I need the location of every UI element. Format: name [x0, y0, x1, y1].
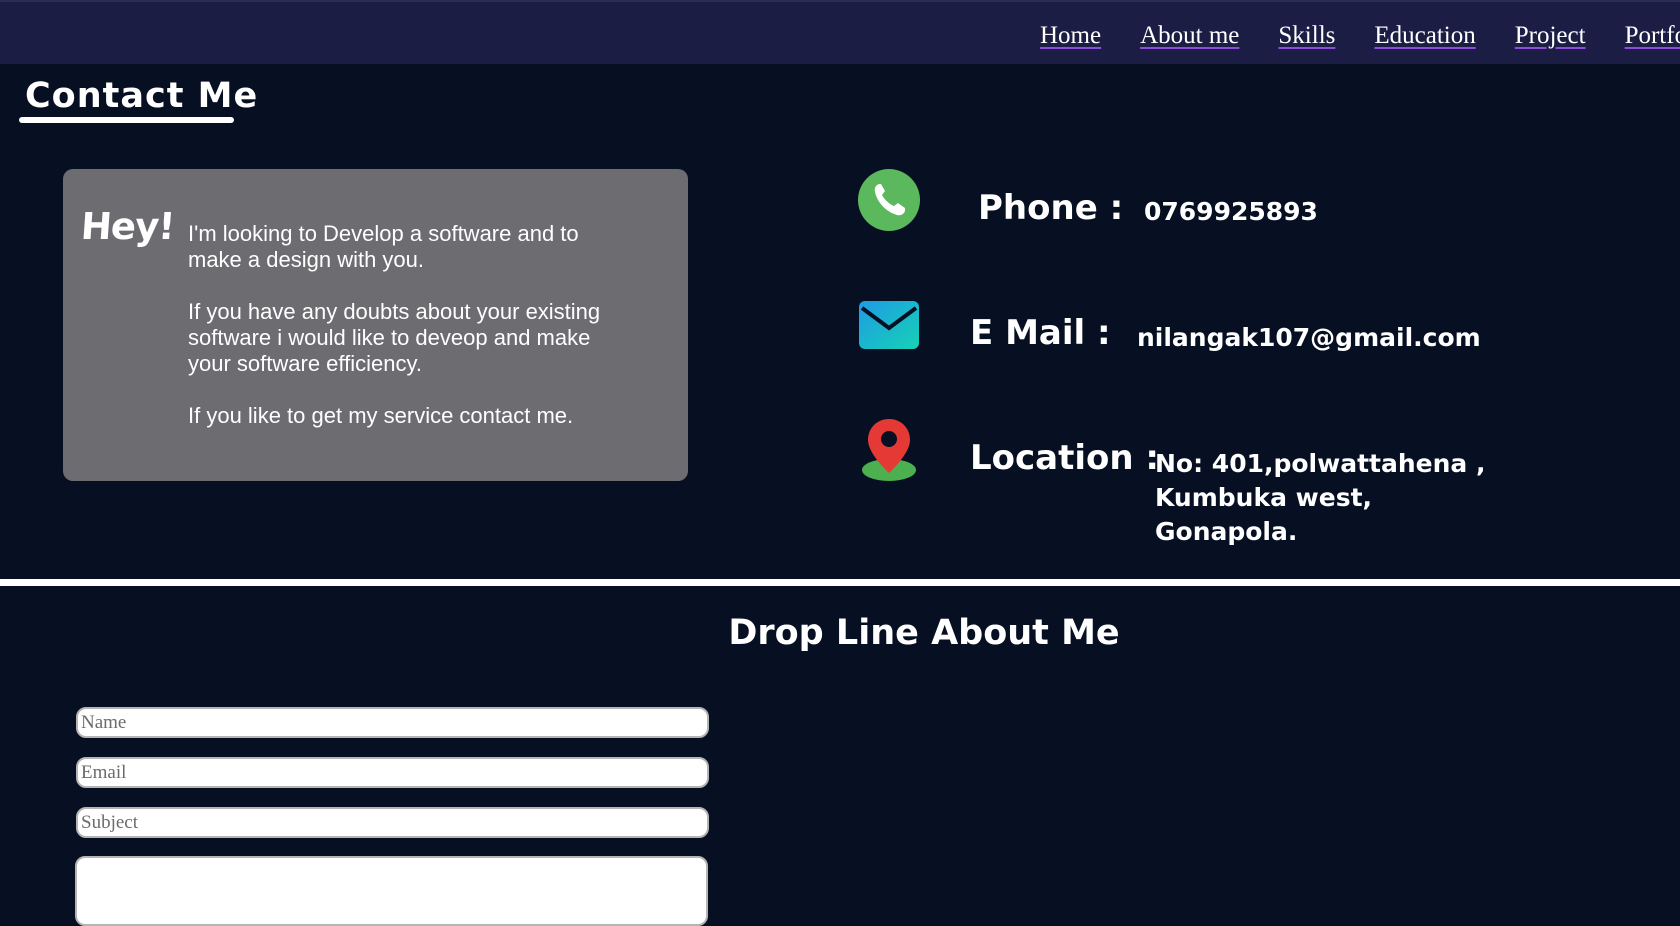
- subject-input[interactable]: [76, 807, 709, 838]
- location-pin-icon: [858, 417, 920, 488]
- intro-text: I'm looking to Develop a software and to…: [188, 221, 618, 455]
- location-line-2: Kumbuka west,: [1155, 483, 1373, 512]
- nav-link-skills[interactable]: Skills: [1278, 22, 1335, 49]
- email-value: nilangak107@gmail.com: [1137, 323, 1481, 352]
- drop-line-title: Drop Line About Me: [728, 613, 1120, 653]
- intro-paragraph-2: If you have any doubts about your existi…: [188, 299, 601, 376]
- intro-card: Hey! I'm looking to Develop a software a…: [63, 169, 688, 481]
- email-label: E Mail :: [970, 313, 1111, 353]
- nav-link-portfolio[interactable]: Portfolio: [1625, 22, 1680, 49]
- top-nav-bar: Home About me Skills Education Project Portfo…: [0, 0, 1680, 64]
- hey-heading: Hey!: [79, 205, 176, 248]
- message-textarea[interactable]: [75, 856, 708, 926]
- contact-title: Contact Me: [25, 76, 259, 116]
- nav-link-about-me[interactable]: About me: [1140, 22, 1239, 49]
- nav-link-home[interactable]: Home: [1040, 22, 1101, 49]
- intro-paragraph-3: If you like to get my service contact me…: [188, 403, 574, 428]
- location-label: Location :: [970, 438, 1160, 478]
- location-line-1: No: 401,polwattahena ,: [1155, 449, 1486, 478]
- location-line-3: Gonapola.: [1155, 517, 1298, 546]
- nav-link-project[interactable]: Project: [1515, 22, 1586, 49]
- intro-paragraph-1: I'm looking to Develop a software and to…: [188, 221, 579, 272]
- name-input[interactable]: [76, 707, 709, 738]
- nav-link-education[interactable]: Education: [1374, 22, 1475, 49]
- phone-icon: [857, 168, 921, 237]
- title-underline: [19, 117, 234, 123]
- mail-icon: [858, 300, 920, 355]
- email-input[interactable]: [76, 757, 709, 788]
- phone-label: Phone :: [978, 188, 1124, 228]
- section-divider: [0, 579, 1680, 586]
- phone-value: 0769925893: [1144, 197, 1318, 226]
- main-nav: Home About me Skills Education Project Portfo…: [1040, 22, 1680, 50]
